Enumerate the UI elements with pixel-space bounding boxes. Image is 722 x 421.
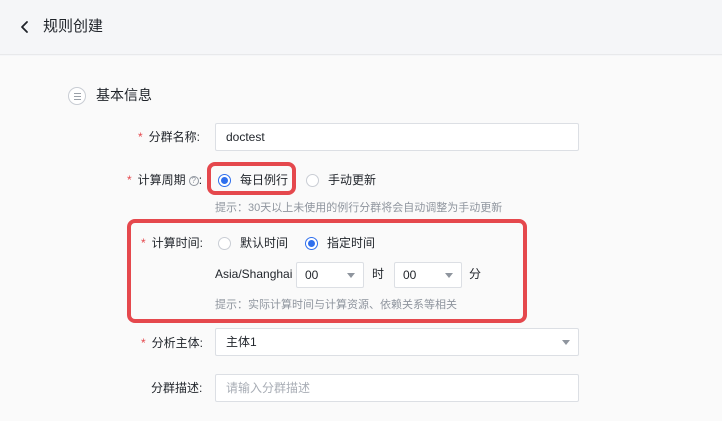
section-title: 基本信息 xyxy=(96,87,152,103)
subject-label: * 分析主体: xyxy=(141,336,204,350)
cycle-label: * 计算周期?: xyxy=(127,173,203,187)
required-mark: * xyxy=(138,130,143,144)
description-label: 分群描述: xyxy=(151,381,203,395)
time-hint: 提示：实际计算时间与计算资源、依赖关系等相关 xyxy=(215,299,457,311)
chevron-left-icon[interactable] xyxy=(16,18,34,36)
list-icon xyxy=(68,87,86,105)
radio-unchecked-icon xyxy=(306,173,319,187)
page-title: 规则创建 xyxy=(43,18,104,35)
cycle-option-manual[interactable]: 手动更新 xyxy=(306,172,376,188)
hour-select[interactable]: 00 xyxy=(296,262,364,288)
hour-unit: 时 xyxy=(372,267,385,281)
group-name-input[interactable] xyxy=(215,123,579,151)
group-name-label: * 分群名称: xyxy=(138,130,201,144)
radio-unchecked-icon xyxy=(218,236,231,250)
caret-down-icon xyxy=(347,273,355,278)
radio-checked-icon xyxy=(218,173,231,187)
cycle-hint: 提示：30天以上未使用的例行分群将会自动调整为手动更新 xyxy=(215,202,503,214)
minute-unit: 分 xyxy=(469,267,482,281)
subject-select[interactable]: 主体1 xyxy=(215,328,579,356)
radio-checked-icon xyxy=(305,236,318,250)
caret-down-icon xyxy=(445,273,453,278)
time-label: * 计算时间: xyxy=(141,236,204,250)
time-option-specified[interactable]: 指定时间 xyxy=(305,235,375,251)
caret-down-icon xyxy=(562,340,570,345)
minute-select[interactable]: 00 xyxy=(394,262,462,288)
cycle-option-daily[interactable]: 每日例行 xyxy=(218,172,288,188)
help-icon[interactable]: ? xyxy=(188,176,199,186)
time-option-default[interactable]: 默认时间 xyxy=(218,235,288,251)
description-input[interactable] xyxy=(215,374,579,402)
timezone-label: Asia/Shanghai xyxy=(215,267,293,281)
top-bar: 规则创建 xyxy=(0,0,722,55)
